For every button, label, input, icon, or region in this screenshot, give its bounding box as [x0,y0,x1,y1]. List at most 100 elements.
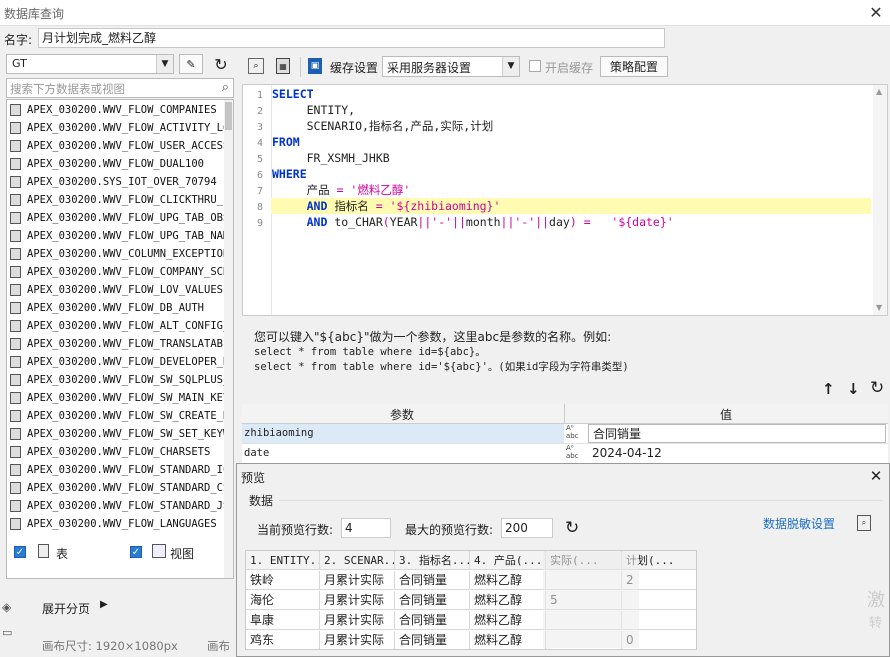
sql-token: = [336,183,351,197]
sql-line[interactable]: 1 SELECT [243,86,871,102]
preview-column-header[interactable]: 1. ENTITY... [246,551,320,570]
sql-line[interactable]: 5 FR_XSMH_JHKB [243,150,871,166]
hint-line-3: select * from table where id='${abc}'。(如… [254,361,629,373]
table-search-input[interactable]: 搜索下方数据表或视图 ⌕ [6,78,234,98]
param-value[interactable]: 合同销量 [588,424,886,443]
scroll-up-icon[interactable]: ▲ [876,87,882,96]
table-list-item[interactable]: APEX_030200.WWV_FLOW_DUAL100 [7,155,233,173]
table-icon [10,482,21,494]
table-list-item[interactable]: APEX_030200.WWV_FLOW_UPG_TAB_NAME [7,227,233,245]
preview-icon: ⌕ [857,515,871,531]
save-icon[interactable]: ▦ [276,58,290,74]
chevron-right-icon[interactable]: ▶ [100,599,108,610]
bottom-strip: ◈ 展开分页 ▶ ▭ 画布尺寸: 1920×1080px 画布 [0,592,240,657]
current-rows-input[interactable]: 4 [341,518,391,538]
refresh-params-icon[interactable]: ↻ [870,378,884,398]
refresh-preview-icon[interactable]: ↻ [565,518,579,538]
table-list-item[interactable]: APEX_030200.WWV_FLOW_SW_SET_KEYWO [7,425,233,443]
table-list-item[interactable]: APEX_030200.WWV_FLOW_SW_MAIN_KEYW [7,389,233,407]
sql-token: day [549,215,570,229]
sql-token: || [535,215,550,229]
sql-token: ) [569,215,577,229]
name-input-value: 月计划完成_燃料乙醇 [42,31,157,45]
table-list-item[interactable]: APEX_030200.WWV_FLOW_SW_SQLPLUS_C [7,371,233,389]
sql-line[interactable]: 8 AND 指标名 = '${zhibiaoming}' [243,198,871,214]
table-list-item[interactable]: APEX_030200.WWV_FLOW_DEVELOPER_RO [7,353,233,371]
desensitize-link[interactable]: 数据脱敏设置 [763,515,835,532]
name-input[interactable]: 月计划完成_燃料乙醇 [38,28,665,48]
preview-column-header[interactable]: 4. 产品(... [470,551,546,570]
param-name: date [244,447,270,459]
preview-icon[interactable]: ⌕ [248,58,264,74]
value-header-label: 值 [720,408,733,422]
sql-line[interactable]: 3 SCENARIO,指标名,产品,实际,计划 [243,118,871,134]
table-list-item[interactable]: APEX_030200.WWV_FLOW_DB_AUTH [7,299,233,317]
editor-scrollbar[interactable]: ▲ ▼ [873,85,887,315]
preview-cell: 月累计实际 [320,611,395,630]
cache-mode-select[interactable]: 采用服务器设置 ▼ [382,56,520,77]
table-list-item[interactable]: APEX_030200.WWV_FLOW_ACTIVITY_LOG [7,119,233,137]
table-list-item[interactable]: APEX_030200.WWV_FLOW_LANGUAGES [7,515,233,533]
sql-token: to_CHAR [334,215,383,229]
param-row[interactable]: date A⁰ abc 2024-04-12 [242,444,888,463]
scroll-down-icon[interactable]: ▼ [876,303,882,312]
close-icon[interactable]: ✕ [866,2,886,22]
preview-cell: 合同销量 [395,591,470,610]
close-icon[interactable]: ✕ [867,467,885,485]
param-row[interactable]: zhibiaoming A⁰ abc 合同销量 [242,424,888,444]
param-hint: 您可以键入"${abc}"做为一个参数，这里abc是参数的名称。例如: sele… [254,328,874,374]
table-name: APEX_030200.WWV_FLOW_LANGUAGES [27,518,217,530]
sql-line[interactable]: 9 AND to_CHAR(YEAR||'-'||month||'-'||day… [243,214,871,230]
table-icon [10,230,21,242]
filter-row: ✓ 表 ✓ 视图 [0,540,240,564]
preview-cell: 合同销量 [395,631,470,649]
max-rows-input[interactable]: 200 [501,518,553,538]
table-list-item[interactable]: APEX_030200.WWV_FLOW_UPG_TAB_OBSO [7,209,233,227]
text-type-icon[interactable]: A⁰ abc [566,424,579,440]
table-name: APEX_030200.WWV_FLOW_STANDARD_JS [27,500,230,512]
redacted-area [543,552,639,648]
table-list-item[interactable]: APEX_030200.WWV_FLOW_TRANSLATABLE [7,335,233,353]
table-list-item[interactable]: APEX_030200.WWV_FLOW_ALT_CONFIG_P [7,317,233,335]
params-table: 参数 值 zhibiaoming A⁰ abc 合同销量 date A⁰ abc 2… [242,404,888,464]
table-list-item[interactable]: APEX_030200.WWV_FLOW_CHARSETS [7,443,233,461]
refresh-connection-button[interactable]: ↻ [209,54,233,74]
sql-editor[interactable]: 1 SELECT 2 ENTITY, 3 SCENARIO,指标名,产品,实际,计划 4… [242,84,888,316]
table-list-item[interactable]: APEX_030200.WWV_FLOW_COMPANY_SCHE [7,263,233,281]
view-checkbox[interactable]: ✓ [130,546,142,558]
sql-line[interactable]: 7 产品 = '燃料乙醇' [243,182,871,198]
table-list-item[interactable]: APEX_030200.WWV_FLOW_USER_ACCESS_ [7,137,233,155]
arrow-down-icon[interactable]: ↓ [847,380,860,398]
param-value[interactable]: 2024-04-12 [592,444,662,463]
table-list-item[interactable]: APEX_030200.WWV_FLOW_CLICKTHRU_LO [7,191,233,209]
sql-line[interactable]: 4 FROM [243,134,871,150]
preview-export-button[interactable]: ⌕ [851,512,877,534]
sql-line[interactable]: 2 ENTITY, [243,102,871,118]
strategy-button[interactable]: 策略配置 [600,56,668,77]
edit-connection-button[interactable]: ✎ [179,54,203,74]
preview-cell: 阜康 [246,611,320,630]
text-type-icon[interactable]: A⁰ abc [566,444,579,460]
table-list-item[interactable]: APEX_030200.WWV_FLOW_STANDARD_ICO [7,461,233,479]
table-list-item[interactable]: APEX_030200.WWV_FLOW_SW_CREATE_KE [7,407,233,425]
sql-token: '-' [514,215,536,229]
enable-cache-checkbox[interactable] [529,60,541,72]
table-list-item[interactable]: APEX_030200.WWV_FLOW_LOV_VALUES [7,281,233,299]
expand-paging-label[interactable]: 展开分页 [42,600,90,617]
table-name: APEX_030200.WWV_FLOW_DB_AUTH [27,302,205,314]
table-name: APEX_030200.WWV_COLUMN_EXCEPTIONS [27,248,233,260]
sql-line[interactable]: 6 WHERE [243,166,871,182]
table-list-item[interactable]: APEX_030200.WWV_FLOW_STANDARD_JS [7,497,233,515]
table-list-item[interactable]: APEX_030200.WWV_COLUMN_EXCEPTIONS [7,245,233,263]
table-list-scrollbar[interactable] [224,100,233,578]
arrow-up-icon[interactable]: ↑ [822,380,835,398]
table-list-item[interactable]: APEX_030200.WWV_FLOW_STANDARD_CSS [7,479,233,497]
connection-select[interactable]: GT ▼ [6,54,174,74]
sql-token: WHERE [272,167,307,181]
preview-column-header[interactable]: 2. SCENAR... [320,551,395,570]
enable-cache-label: 开启缓存 [545,61,594,75]
table-list-item[interactable]: APEX_030200.SYS_IOT_OVER_70794 [7,173,233,191]
preview-column-header[interactable]: 3. 指标名... [395,551,470,570]
table-checkbox[interactable]: ✓ [14,546,26,558]
table-list-item[interactable]: APEX_030200.WWV_FLOW_COMPANIES [7,101,233,119]
